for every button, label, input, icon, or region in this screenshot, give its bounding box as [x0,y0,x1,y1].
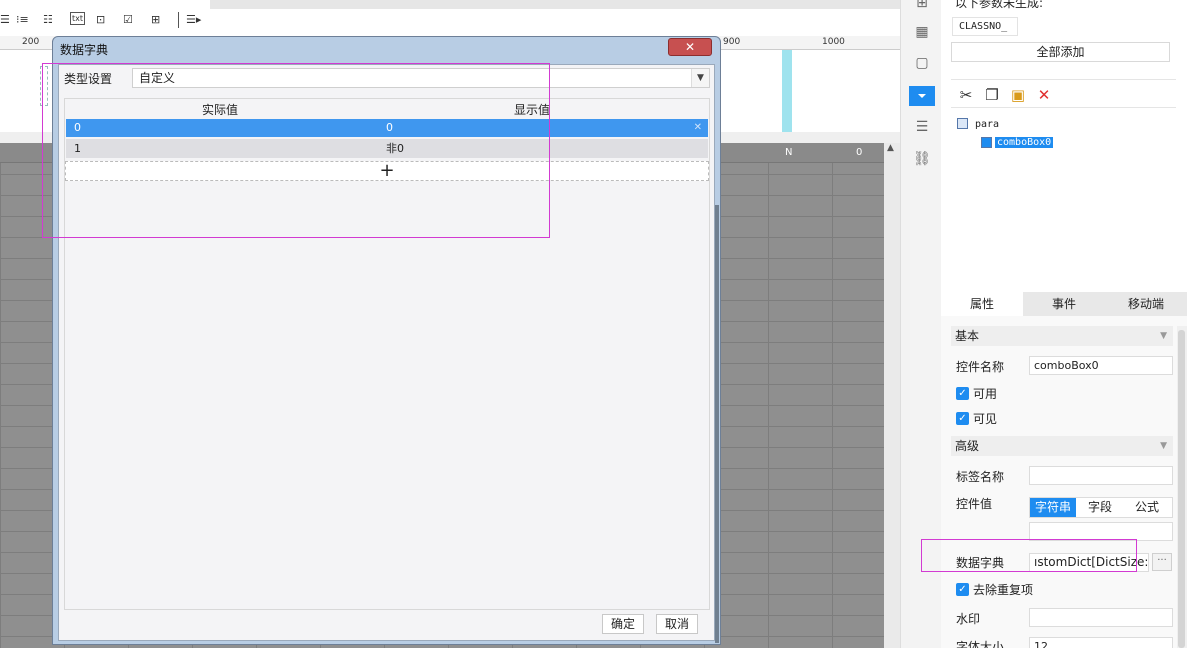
highlight-box [42,63,550,238]
column-header-n[interactable]: N [785,147,792,158]
copy-icon[interactable]: ❐ [983,86,1001,104]
para-node-icon [957,118,968,129]
tree-icon[interactable]: ⊞ [151,12,160,28]
cut-icon[interactable]: ✂ [957,86,975,104]
name-label: 控件名称 [956,360,1005,374]
chevron-down-icon[interactable]: ▼ [1160,326,1167,346]
list-icon[interactable]: ☰ [0,12,10,28]
add-all-button[interactable]: 全部添加 [951,42,1170,62]
link-icon[interactable]: ⛓ [913,150,931,168]
ok-button[interactable]: 确定 [602,614,644,634]
spreadsheet-scrollbar[interactable]: ▲ [884,143,900,648]
combobox-node-icon [981,137,992,148]
ruler-tick: 200 [22,37,40,47]
radio-list-icon[interactable]: ⁝≡ [16,12,29,28]
property-tabs: 属性 事件 移动端 [941,292,1187,316]
section-advanced-label: 高级 [955,439,980,453]
section-advanced[interactable]: 高级 ▼ [951,436,1173,456]
close-button[interactable]: ✕ [668,38,712,56]
password-icon[interactable]: ⊡ [96,12,105,28]
chevron-down-icon[interactable]: ▼ [691,69,709,87]
value-mode-field[interactable]: 字段 [1077,498,1123,517]
paste-icon[interactable]: ▣ [1009,86,1027,104]
scroll-up-icon[interactable]: ▲ [887,143,894,153]
cancel-button[interactable]: 取消 [656,614,698,634]
highlight-box [921,539,1137,572]
params-title: 以下参数未生成: [955,0,1044,10]
widget-settings-icon[interactable] [909,86,935,106]
visible-label: 可见 [973,412,998,426]
column-header-o[interactable]: 0 [856,147,862,158]
toolbar-strip [210,0,900,9]
watermark-label: 水印 [956,612,981,626]
tab-mobile[interactable]: 移动端 [1105,292,1187,316]
dedupe-checkbox[interactable]: ✓ [956,583,969,596]
chevron-down-icon[interactable]: ▼ [1160,436,1167,456]
tree-node-combobox[interactable]: comboBox0 [995,137,1054,148]
grid-icon[interactable]: ⊞ [913,0,931,12]
ruler-tick: 1000 [822,37,845,47]
dedupe-label: 去除重复项 [973,583,1034,597]
divider [951,107,1176,108]
enabled-label: 可用 [973,387,998,401]
watermark-input[interactable] [1029,608,1173,627]
cell-attr-icon[interactable]: ▦ [913,23,931,41]
dialog-scrollbar[interactable] [715,205,719,643]
value-mode-string[interactable]: 字符串 [1030,498,1076,517]
toolbar-separator [178,12,179,28]
ruler-tick: 900 [723,37,741,47]
name-input[interactable]: comboBox0 [1029,356,1173,375]
row-delete-icon[interactable]: ✕ [694,119,702,137]
font-size-label: 字体大小 [956,640,1005,648]
tab-properties[interactable]: 属性 [941,292,1023,316]
frame-icon[interactable]: ▢ [913,54,931,72]
section-basic-label: 基本 [955,329,980,343]
tree-node-para[interactable]: para [975,119,999,130]
enabled-checkbox[interactable]: ✓ [956,387,969,400]
dict-edit-button[interactable]: ··· [1152,553,1172,571]
visible-checkbox[interactable]: ✓ [956,412,969,425]
param-item[interactable]: CLASSNO_ [952,17,1018,36]
checkbox-icon[interactable]: ☑ [123,12,133,28]
page-boundary-marker [782,50,792,132]
tag-label: 标签名称 [956,470,1005,484]
more-icon[interactable]: ☰▸ [186,12,201,28]
value-label: 控件值 [956,497,993,511]
tab-events[interactable]: 事件 [1023,292,1105,316]
value-mode-formula[interactable]: 公式 [1124,498,1170,517]
condition-icon[interactable]: ☰ [913,118,931,136]
dialog-title: 数据字典 [60,43,109,57]
divider [951,79,1176,80]
section-basic[interactable]: 基本 ▼ [951,326,1173,346]
checkbox-list-icon[interactable]: ☷ [43,12,53,28]
delete-icon[interactable]: ✕ [1035,86,1053,104]
text-icon[interactable]: txt [70,12,86,25]
panel-scrollbar-thumb[interactable] [1178,330,1185,648]
tag-input[interactable] [1029,466,1173,485]
font-size-select[interactable]: 12 [1029,637,1173,648]
